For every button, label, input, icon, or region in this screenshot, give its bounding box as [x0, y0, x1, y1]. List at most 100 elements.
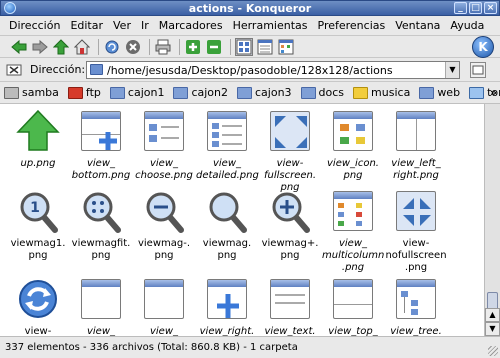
close-button[interactable]: ×	[484, 2, 497, 14]
kde-logo-icon: K	[472, 36, 494, 58]
status-text: 337 elementos - 336 archivos (Total: 860…	[5, 342, 298, 353]
file-view-bottom-png[interactable]: view_ bottom.png	[70, 108, 132, 182]
multicolumn-view-button[interactable]	[277, 38, 295, 56]
stop-icon	[126, 39, 140, 54]
minimize-button[interactable]: _	[454, 2, 467, 14]
file-label: view_	[149, 326, 179, 336]
file-label: up.png	[20, 158, 56, 169]
zoom-in-button[interactable]	[184, 38, 202, 56]
forward-button[interactable]	[31, 38, 49, 56]
file-view-detailed-png[interactable]: view_ detailed.png	[196, 108, 259, 182]
menu-ventana[interactable]: Ventana	[390, 19, 445, 32]
scroll-down-button[interactable]: ▼	[485, 322, 500, 336]
file-view-left-right-png[interactable]: view_left_ right.png	[385, 108, 447, 182]
location-input[interactable]: /home/jesusda/Desktop/pasodoble/128x128/…	[86, 61, 460, 79]
magnifier-icon	[209, 192, 247, 233]
folder-icon	[173, 86, 189, 99]
bookmark-toolbar: samba ftp cajon1 cajon2 cajon3 docs musi…	[0, 82, 500, 104]
back-arrow-icon	[11, 39, 27, 54]
go-icon	[472, 65, 484, 75]
file-view-choose-png[interactable]: view_ choose.png	[133, 108, 195, 182]
menu-herramientas[interactable]: Herramientas	[228, 19, 313, 32]
icon-view-button[interactable]	[235, 37, 253, 56]
scroll-up-button[interactable]: ▲	[485, 308, 500, 322]
location-dropdown[interactable]: ▼	[445, 62, 459, 78]
clear-location-icon[interactable]	[6, 62, 22, 78]
bookmark-musica[interactable]: musica	[353, 86, 410, 99]
file-label: viewmag-. png	[137, 238, 191, 261]
folder-icon	[90, 64, 103, 75]
file-view-top-png[interactable]: view_top_	[322, 276, 384, 336]
file-view-fullscreen-png[interactable]: view- fullscreen. png	[259, 108, 321, 194]
menu-ir[interactable]: Ir	[136, 19, 154, 32]
bookmark-ftp[interactable]: ftp	[67, 86, 101, 99]
file-label: view_ multicolumn .png	[322, 238, 385, 273]
file-view-tree-png[interactable]: view_tree.	[385, 276, 447, 336]
file-view-row3-3[interactable]: view_	[133, 276, 195, 336]
file-label: viewmag. png	[202, 238, 252, 261]
file-label: viewmag1. png	[10, 238, 66, 261]
file-view-row3-2[interactable]: view_	[70, 276, 132, 336]
file-view-multicolumn-png[interactable]: view_ multicolumn .png	[322, 188, 384, 274]
bookmark-cajon1[interactable]: cajon1	[109, 86, 164, 99]
file-label: view- nofullscreen .png	[385, 238, 447, 273]
menu-direccion[interactable]: Dirección	[4, 19, 65, 32]
plus-overlay-icon	[217, 294, 239, 318]
menu-editar[interactable]: Editar	[65, 19, 108, 32]
bookmark-samba[interactable]: samba	[4, 86, 59, 99]
bookmark-cajon3[interactable]: cajon3	[237, 86, 292, 99]
location-value[interactable]: /home/jesusda/Desktop/pasodoble/128x128/…	[107, 64, 393, 77]
file-label: view_text.	[264, 326, 316, 336]
menu-bar: Dirección Editar Ver Ir Marcadores Herra…	[0, 16, 500, 36]
folder-red-icon	[67, 86, 83, 99]
printer-icon	[4, 86, 19, 99]
file-view-icon-png[interactable]: view_icon. png	[322, 108, 384, 182]
back-button[interactable]	[10, 38, 28, 56]
file-label: view_ bottom.png	[71, 158, 131, 181]
file-view-text-png[interactable]: view_text.	[259, 276, 321, 336]
menu-preferencias[interactable]: Preferencias	[313, 19, 391, 32]
file-icon-view[interactable]: up.png view_ bottom.png view_ choose.png…	[0, 104, 484, 336]
file-viewmag-minus-png[interactable]: viewmag-. png	[133, 188, 195, 262]
bookmark-docs[interactable]: docs	[300, 86, 344, 99]
menu-ayuda[interactable]: Ayuda	[445, 19, 489, 32]
file-viewmagfit-png[interactable]: viewmagfit. png	[70, 188, 132, 262]
print-button[interactable]	[154, 38, 172, 56]
plus-overlay-icon	[99, 132, 117, 150]
reload-button[interactable]	[103, 38, 121, 56]
file-viewmag-png[interactable]: viewmag. png	[196, 188, 258, 262]
file-label: view_left_ right.png	[391, 158, 441, 181]
window-title: actions - Konqueror	[188, 2, 312, 15]
main-toolbar	[0, 36, 500, 58]
stop-button[interactable]	[124, 38, 142, 56]
file-label: view_ choose.png	[135, 158, 193, 181]
resize-grip-icon[interactable]	[488, 346, 498, 356]
file-viewmag1-png[interactable]: 1 viewmag1. png	[7, 188, 69, 262]
file-label: view_ detailed.png	[196, 158, 259, 181]
detail-view-button[interactable]	[256, 38, 274, 56]
menu-marcadores[interactable]: Marcadores	[154, 19, 228, 32]
bookmark-cajon2[interactable]: cajon2	[173, 86, 228, 99]
zoom-out-button[interactable]	[205, 38, 223, 56]
menu-ver[interactable]: Ver	[108, 19, 136, 32]
file-up-png[interactable]: up.png	[7, 108, 69, 170]
title-bar: actions - Konqueror _ □ ×	[0, 0, 500, 16]
folder-icon	[237, 86, 252, 99]
go-button[interactable]	[470, 62, 486, 78]
bookmark-web[interactable]: web	[419, 86, 460, 99]
file-viewmag-plus-png[interactable]: viewmag+. png	[259, 188, 321, 262]
location-label: Dirección:	[30, 63, 86, 76]
file-view-refresh-png[interactable]: view-	[7, 276, 69, 336]
up-button[interactable]	[52, 38, 70, 56]
home-icon	[74, 38, 90, 54]
file-view-nofullscreen-png[interactable]: view- nofullscreen .png	[385, 188, 447, 274]
bookmarks-more-button[interactable]: »	[490, 86, 497, 99]
home-button[interactable]	[73, 38, 91, 56]
file-view-right-png[interactable]: view_right.	[196, 276, 258, 336]
forward-arrow-icon	[32, 39, 48, 54]
vertical-scrollbar[interactable]: ▲ ▼	[484, 104, 500, 336]
maximize-button[interactable]: □	[469, 2, 482, 14]
up-arrow-icon	[53, 38, 69, 54]
monitor-icon	[469, 86, 485, 99]
magnifier-minus-icon	[146, 192, 184, 233]
